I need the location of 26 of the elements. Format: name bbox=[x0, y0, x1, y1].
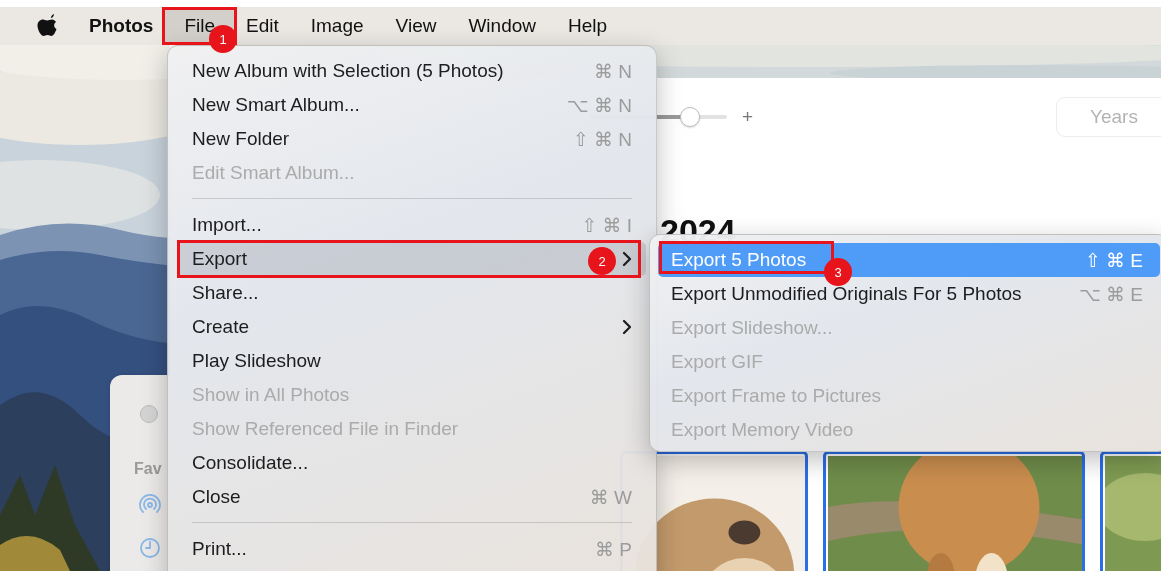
shortcut-text: ⌘ P bbox=[595, 537, 632, 561]
shortcut-text: ⇧ ⌘ N bbox=[572, 127, 632, 151]
menu-item[interactable]: Share... bbox=[178, 276, 646, 310]
shortcut-text: ⌘ N bbox=[594, 59, 632, 83]
shortcut-text: ⌘ W bbox=[589, 485, 632, 509]
menu-item[interactable]: Import... ⇧ ⌘ I bbox=[178, 208, 646, 242]
menu-item[interactable]: New Folder ⇧ ⌘ N bbox=[178, 122, 646, 156]
menu-title[interactable]: Image bbox=[301, 7, 373, 45]
section-label: Fav bbox=[134, 460, 162, 478]
menu-item[interactable]: New Smart Album... ⌥ ⌘ N bbox=[178, 88, 646, 122]
menu-title[interactable]: Window bbox=[459, 7, 545, 45]
menu-title[interactable]: Help bbox=[559, 7, 617, 45]
menu-item[interactable]: Close ⌘ W bbox=[178, 480, 646, 514]
menu-item[interactable]: Print... ⌘ P bbox=[178, 532, 646, 566]
app-name[interactable]: Photos bbox=[89, 15, 154, 37]
menu-item[interactable]: New Album with Selection (5 Photos) ⌘ N bbox=[178, 54, 646, 88]
menu-item[interactable]: Create bbox=[178, 310, 646, 344]
shortcut-text: ⌥ ⌘ E bbox=[1078, 282, 1143, 306]
menu-title[interactable]: View bbox=[386, 7, 446, 45]
shortcut-text: ⇧ ⌘ E bbox=[1084, 248, 1143, 272]
shortcut-text: ⇧ ⌘ I bbox=[581, 213, 632, 237]
zoom-in-text[interactable]: + bbox=[742, 106, 754, 128]
menu-item[interactable]: Play Slideshow bbox=[178, 344, 646, 378]
menu-title[interactable]: Edit bbox=[237, 7, 288, 45]
menu-item[interactable]: Consolidate... bbox=[178, 446, 646, 480]
shortcut-text: ⌥ ⌘ N bbox=[566, 93, 632, 117]
